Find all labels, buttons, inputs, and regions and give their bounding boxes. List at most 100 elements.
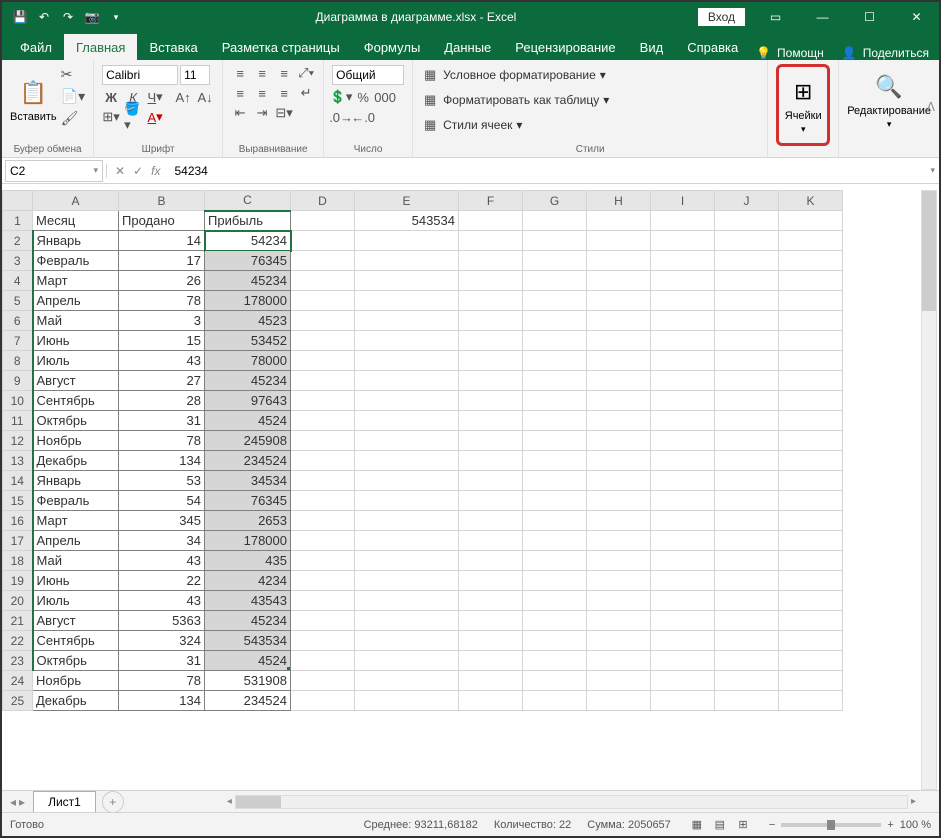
cell-B19[interactable]: 22: [119, 571, 205, 591]
cell-A20[interactable]: Июль: [33, 591, 119, 611]
increase-font-icon[interactable]: A↑: [174, 88, 192, 106]
cell-G6[interactable]: [523, 311, 587, 331]
cell-C14[interactable]: 34534: [205, 471, 291, 491]
tab-view[interactable]: Вид: [628, 34, 676, 60]
cell-J10[interactable]: [715, 391, 779, 411]
cell-D16[interactable]: [291, 511, 355, 531]
row-header-3[interactable]: 3: [3, 251, 33, 271]
cell-G4[interactable]: [523, 271, 587, 291]
col-header-D[interactable]: D: [291, 191, 355, 211]
cell-J3[interactable]: [715, 251, 779, 271]
cell-I21[interactable]: [651, 611, 715, 631]
cell-H24[interactable]: [587, 671, 651, 691]
cell-G17[interactable]: [523, 531, 587, 551]
cell-E13[interactable]: [355, 451, 459, 471]
cell-G2[interactable]: [523, 231, 587, 251]
cell-K16[interactable]: [779, 511, 843, 531]
cells-button[interactable]: ⊞ Ячейки ▾: [781, 69, 825, 141]
cell-B23[interactable]: 31: [119, 651, 205, 671]
cell-A19[interactable]: Июнь: [33, 571, 119, 591]
cell-C2[interactable]: 54234: [205, 231, 291, 251]
cell-H16[interactable]: [587, 511, 651, 531]
cell-A22[interactable]: Сентябрь: [33, 631, 119, 651]
cell-G1[interactable]: [523, 211, 587, 231]
cell-D25[interactable]: [291, 691, 355, 711]
cell-F9[interactable]: [459, 371, 523, 391]
cell-E1[interactable]: 543534: [355, 211, 459, 231]
tab-insert[interactable]: Вставка: [137, 34, 209, 60]
cell-A2[interactable]: Январь: [33, 231, 119, 251]
cell-J20[interactable]: [715, 591, 779, 611]
cell-F5[interactable]: [459, 291, 523, 311]
cell-J4[interactable]: [715, 271, 779, 291]
cell-H17[interactable]: [587, 531, 651, 551]
cell-C13[interactable]: 234524: [205, 451, 291, 471]
cell-H12[interactable]: [587, 431, 651, 451]
format-as-table-button[interactable]: ▦Форматировать как таблицу ▾: [421, 89, 759, 111]
row-header-15[interactable]: 15: [3, 491, 33, 511]
cell-K2[interactable]: [779, 231, 843, 251]
cell-I12[interactable]: [651, 431, 715, 451]
cell-I14[interactable]: [651, 471, 715, 491]
cell-B10[interactable]: 28: [119, 391, 205, 411]
cell-H23[interactable]: [587, 651, 651, 671]
cell-E6[interactable]: [355, 311, 459, 331]
cell-B14[interactable]: 53: [119, 471, 205, 491]
align-center-icon[interactable]: ≡: [253, 84, 271, 102]
zoom-out-icon[interactable]: −: [769, 819, 775, 831]
cell-B7[interactable]: 15: [119, 331, 205, 351]
cut-icon[interactable]: ✂: [61, 64, 85, 84]
cell-B18[interactable]: 43: [119, 551, 205, 571]
decrease-font-icon[interactable]: A↓: [196, 88, 214, 106]
camera-icon[interactable]: 📷: [84, 9, 100, 25]
cell-F1[interactable]: [459, 211, 523, 231]
cell-E19[interactable]: [355, 571, 459, 591]
increase-decimal-icon[interactable]: .0→: [332, 108, 350, 126]
cell-G12[interactable]: [523, 431, 587, 451]
cell-A14[interactable]: Январь: [33, 471, 119, 491]
cell-E21[interactable]: [355, 611, 459, 631]
row-header-6[interactable]: 6: [3, 311, 33, 331]
cell-C24[interactable]: 531908: [205, 671, 291, 691]
cell-B12[interactable]: 78: [119, 431, 205, 451]
cell-K25[interactable]: [779, 691, 843, 711]
cell-K11[interactable]: [779, 411, 843, 431]
tell-me[interactable]: Помощн: [777, 46, 824, 60]
expand-formula-icon[interactable]: ▾: [926, 165, 939, 176]
cell-C17[interactable]: 178000: [205, 531, 291, 551]
increase-indent-icon[interactable]: ⇥: [253, 104, 271, 122]
cell-K10[interactable]: [779, 391, 843, 411]
comma-icon[interactable]: 000: [376, 88, 394, 106]
row-header-1[interactable]: 1: [3, 211, 33, 231]
cell-A10[interactable]: Сентябрь: [33, 391, 119, 411]
cell-D10[interactable]: [291, 391, 355, 411]
align-right-icon[interactable]: ≡: [275, 84, 293, 102]
row-header-14[interactable]: 14: [3, 471, 33, 491]
cell-G3[interactable]: [523, 251, 587, 271]
col-header-F[interactable]: F: [459, 191, 523, 211]
row-header-23[interactable]: 23: [3, 651, 33, 671]
cell-H9[interactable]: [587, 371, 651, 391]
tab-review[interactable]: Рецензирование: [503, 34, 627, 60]
cell-E18[interactable]: [355, 551, 459, 571]
sign-in-button[interactable]: Вход: [698, 8, 745, 26]
fx-icon[interactable]: fx: [151, 164, 160, 178]
underline-icon[interactable]: Ч▾: [146, 88, 164, 106]
cell-C15[interactable]: 76345: [205, 491, 291, 511]
row-header-20[interactable]: 20: [3, 591, 33, 611]
bold-icon[interactable]: Ж: [102, 88, 120, 106]
cell-J13[interactable]: [715, 451, 779, 471]
cell-I3[interactable]: [651, 251, 715, 271]
cell-G13[interactable]: [523, 451, 587, 471]
cell-D4[interactable]: [291, 271, 355, 291]
cell-K20[interactable]: [779, 591, 843, 611]
cell-D9[interactable]: [291, 371, 355, 391]
cell-D12[interactable]: [291, 431, 355, 451]
cell-G19[interactable]: [523, 571, 587, 591]
cell-C6[interactable]: 4523: [205, 311, 291, 331]
cell-J18[interactable]: [715, 551, 779, 571]
cell-A17[interactable]: Апрель: [33, 531, 119, 551]
cell-E20[interactable]: [355, 591, 459, 611]
cell-G18[interactable]: [523, 551, 587, 571]
spreadsheet-grid[interactable]: ABCDEFGHIJK1МесяцПроданоПрибыль5435342Ян…: [2, 190, 921, 790]
